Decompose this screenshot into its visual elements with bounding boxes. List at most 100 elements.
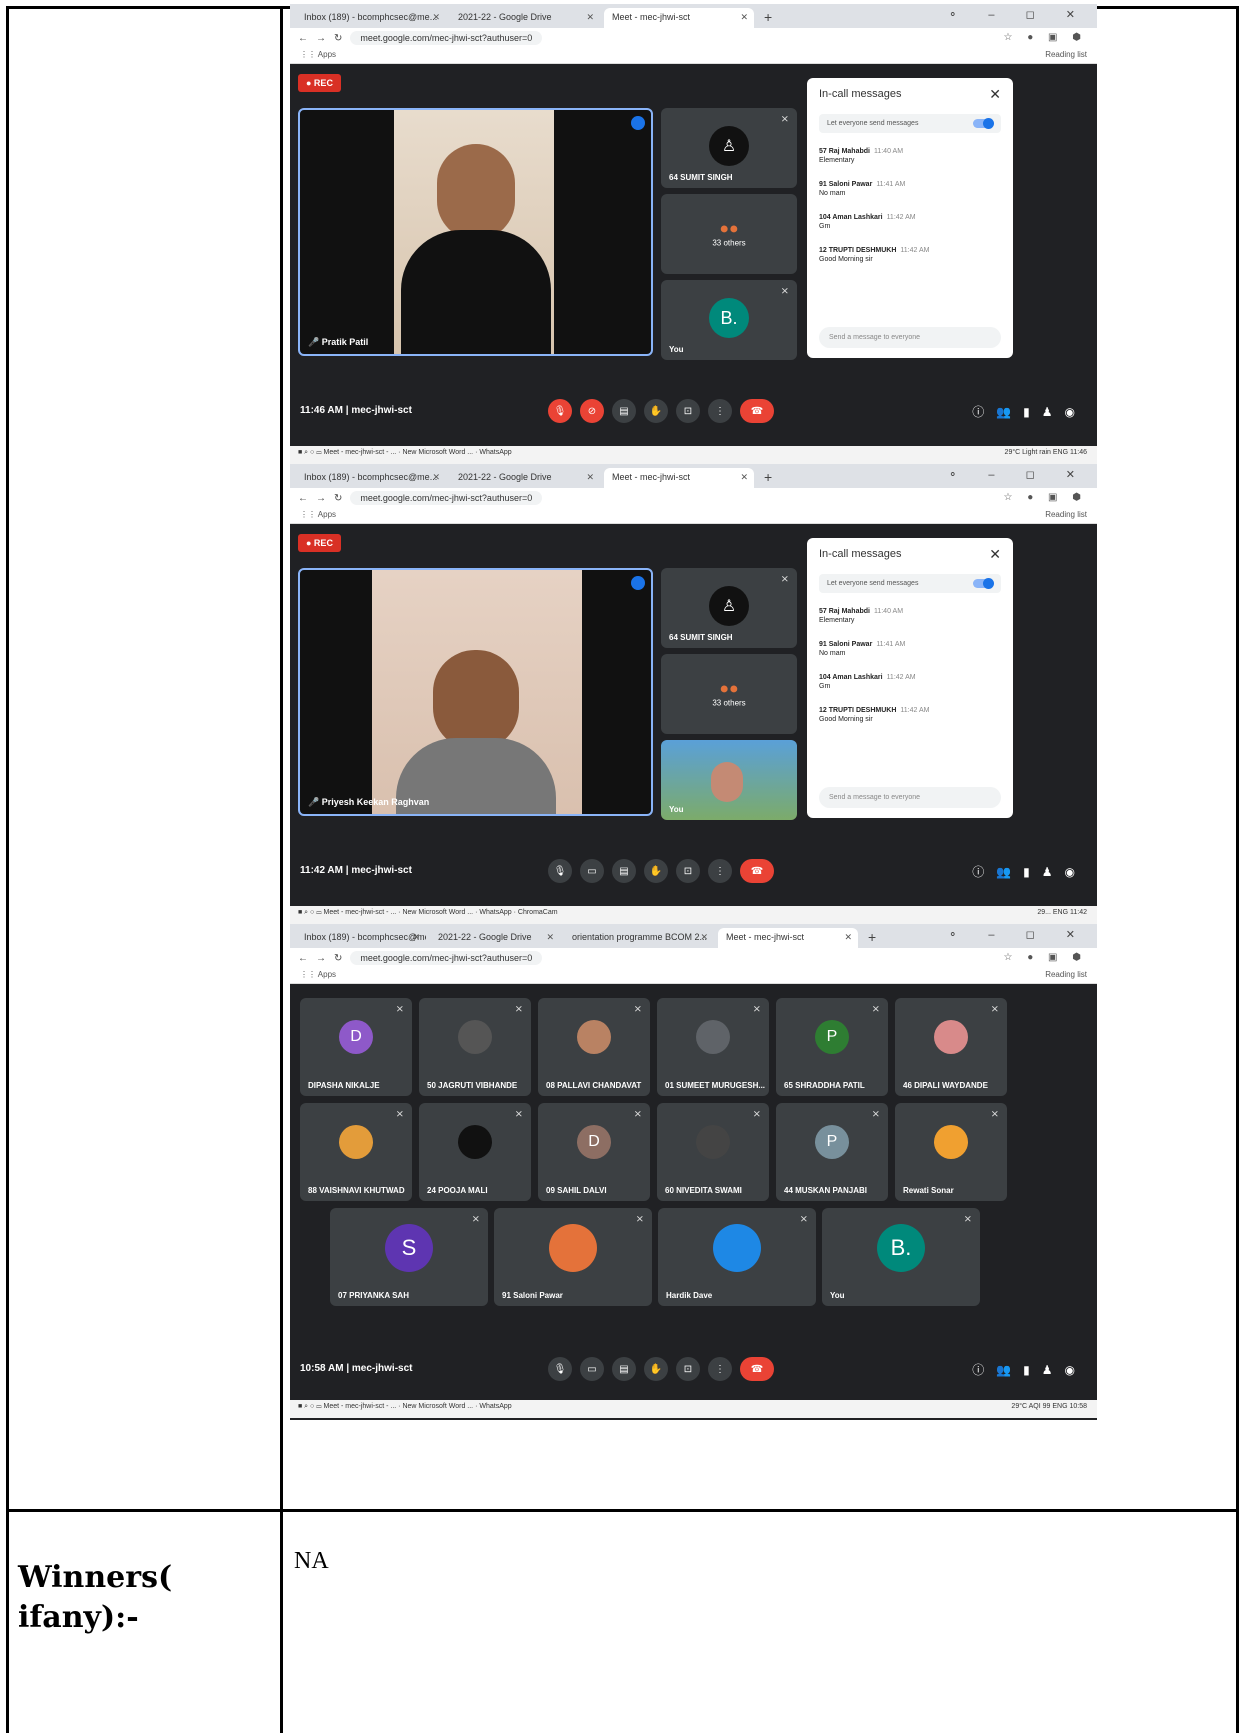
taskbar-app[interactable]: Meet - mec-jhwi-sct - ... [324,449,397,456]
close-icon[interactable]: ✕ [432,12,440,23]
window-controls[interactable]: ⚬ – ◻ ✕ [948,468,1089,481]
participant-tile[interactable]: ⨯ D 09 SAHIL DALVI [538,1103,650,1201]
camera-button[interactable]: ▭ [580,859,604,883]
url-field[interactable]: meet.google.com/mec-jhwi-sct?authuser=0 [350,491,543,505]
close-icon[interactable]: ✕ [586,12,594,23]
tab-drive[interactable]: 2021-22 - Google Drive ✕ [450,8,600,28]
extension-icons[interactable]: ☆ ● ▣ ⬢ [1003,952,1087,963]
close-icon[interactable]: ✕ [412,932,420,943]
present-button[interactable]: ⊡ [676,859,700,883]
reading-list-link[interactable]: Reading list [1045,50,1087,59]
taskbar-app[interactable]: WhatsApp [479,1403,511,1410]
start-icon[interactable]: ■ ⌕ ○ ▭ [298,449,322,456]
close-icon[interactable]: ✕ [989,546,1001,563]
participant-tile[interactable]: ⨯ 91 Saloni Pawar [494,1208,652,1306]
taskbar-app[interactable]: New Microsoft Word ... [402,1403,473,1410]
participant-tile[interactable]: ⨯ 01 SUMEET MURUGESH... [657,998,769,1096]
others-tile[interactable]: ●● 33 others [661,654,797,734]
reading-list-link[interactable]: Reading list [1045,970,1087,979]
toggle-switch[interactable] [973,578,994,589]
captions-button[interactable]: ▤ [612,1357,636,1381]
close-icon[interactable]: ✕ [740,12,748,23]
reading-list-link[interactable]: Reading list [1045,510,1087,519]
participant-tile[interactable]: ⨯ ♙ 64 SUMIT SINGH [661,568,797,648]
participant-tile[interactable]: ⨯ 08 PALLAVI CHANDAVAT [538,998,650,1096]
tab-meet[interactable]: Meet - mec-jhwi-sct ✕ [604,468,754,488]
back-icon[interactable]: ← [298,33,308,44]
back-icon[interactable]: ← [298,953,308,964]
meeting-tools[interactable]: ⓘ👥▮♟◉ [972,863,1087,880]
window-controls[interactable]: ⚬ – ◻ ✕ [948,928,1089,941]
participant-tile[interactable]: ⨯ 50 JAGRUTI VIBHANDE [419,998,531,1096]
extension-icons[interactable]: ☆ ● ▣ ⬢ [1003,492,1087,503]
present-button[interactable]: ⊡ [676,1357,700,1381]
close-icon[interactable]: ✕ [989,86,1001,103]
close-icon[interactable]: ✕ [700,932,708,943]
participant-tile[interactable]: ⨯ ♙ 64 SUMIT SINGH [661,108,797,188]
apps-link[interactable]: ⋮⋮ Apps [300,510,336,519]
tab-meet[interactable]: Meet - mec-jhwi-sct ✕ [604,8,754,28]
captions-button[interactable]: ▤ [612,859,636,883]
captions-button[interactable]: ▤ [612,399,636,423]
apps-link[interactable]: ⋮⋮ Apps [300,970,336,979]
participant-tile[interactable]: ⨯ P 65 SHRADDHA PATIL [776,998,888,1096]
mic-button[interactable]: 🎙 [548,399,572,423]
tab-drive[interactable]: 2021-22 - Google Drive ✕ [450,468,600,488]
raise-hand-button[interactable]: ✋ [644,399,668,423]
meeting-tools[interactable]: ⓘ👥▮♟◉ [972,1361,1087,1378]
leave-call-button[interactable]: ☎ [740,859,774,883]
participant-tile[interactable]: ⨯ D DIPASHA NIKALJE [300,998,412,1096]
self-tile[interactable]: ⨯ B. You [661,280,797,360]
participant-tile[interactable]: ⨯ S 07 PRIYANKA SAH [330,1208,488,1306]
participant-tile[interactable]: ⨯ Rewati Sonar [895,1103,1007,1201]
chat-input[interactable]: Send a message to everyone [819,327,1001,348]
participant-tile[interactable]: ⨯ 24 POOJA MALI [419,1103,531,1201]
participant-tile[interactable]: ⨯ 46 DIPALI WAYDANDE [895,998,1007,1096]
taskbar-app[interactable]: WhatsApp [479,909,511,916]
taskbar-app[interactable]: New Microsoft Word ... [402,449,473,456]
tab-orientation[interactable]: orientation programme BCOM 2... ✕ [564,928,714,948]
url-field[interactable]: meet.google.com/mec-jhwi-sct?authuser=0 [350,951,543,965]
close-icon[interactable]: ✕ [586,472,594,483]
reload-icon[interactable]: ↻ [334,33,342,44]
participant-tile[interactable]: ⨯ 88 VAISHNAVI KHUTWAD [300,1103,412,1201]
taskbar-app[interactable]: ChromaCam [518,909,558,916]
mic-button[interactable]: 🎙 [548,1357,572,1381]
others-tile[interactable]: ●● 33 others [661,194,797,274]
participant-tile[interactable]: ⨯ Hardik Dave [658,1208,816,1306]
active-speaker-video[interactable]: 🎤 Pratik Patil [298,108,653,356]
apps-link[interactable]: ⋮⋮ Apps [300,50,336,59]
extension-icons[interactable]: ☆ ● ▣ ⬢ [1003,32,1087,43]
more-options-button[interactable]: ⋮ [708,1357,732,1381]
raise-hand-button[interactable]: ✋ [644,1357,668,1381]
taskbar-app[interactable]: Meet - mec-jhwi-sct - ... [324,1403,397,1410]
tab-gmail[interactable]: Inbox (189) - bcomphcsec@me... ✕ [296,8,446,28]
taskbar-app[interactable]: WhatsApp [479,449,511,456]
taskbar-app[interactable]: Meet - mec-jhwi-sct - ... [324,909,397,916]
message-permission-toggle[interactable]: Let everyone send messages [819,114,1001,133]
forward-icon[interactable]: → [316,953,326,964]
forward-icon[interactable]: → [316,33,326,44]
taskbar-app[interactable]: New Microsoft Word ... [402,909,473,916]
leave-call-button[interactable]: ☎ [740,399,774,423]
chat-input[interactable]: Send a message to everyone [819,787,1001,808]
meeting-tools[interactable]: ⓘ👥▮♟◉ [972,403,1087,420]
new-tab-icon[interactable]: + [758,9,778,28]
tab-gmail[interactable]: Inbox (189) - bcomphcsec@me... ✕ [296,468,446,488]
close-icon[interactable]: ✕ [740,472,748,483]
new-tab-icon[interactable]: + [758,469,778,488]
participant-tile[interactable]: ⨯ P 44 MUSKAN PANJABI [776,1103,888,1201]
back-icon[interactable]: ← [298,493,308,504]
active-speaker-video[interactable]: 🎤 Priyesh Keekan Raghvan [298,568,653,816]
close-icon[interactable]: ✕ [844,932,852,943]
tab-meet[interactable]: Meet - mec-jhwi-sct ✕ [718,928,858,948]
more-options-button[interactable]: ⋮ [708,859,732,883]
window-controls[interactable]: ⚬ – ◻ ✕ [948,8,1089,21]
close-icon[interactable]: ✕ [546,932,554,943]
close-icon[interactable]: ✕ [432,472,440,483]
present-button[interactable]: ⊡ [676,399,700,423]
new-tab-icon[interactable]: + [862,929,882,948]
toggle-switch[interactable] [973,118,994,129]
reload-icon[interactable]: ↻ [334,493,342,504]
raise-hand-button[interactable]: ✋ [644,859,668,883]
